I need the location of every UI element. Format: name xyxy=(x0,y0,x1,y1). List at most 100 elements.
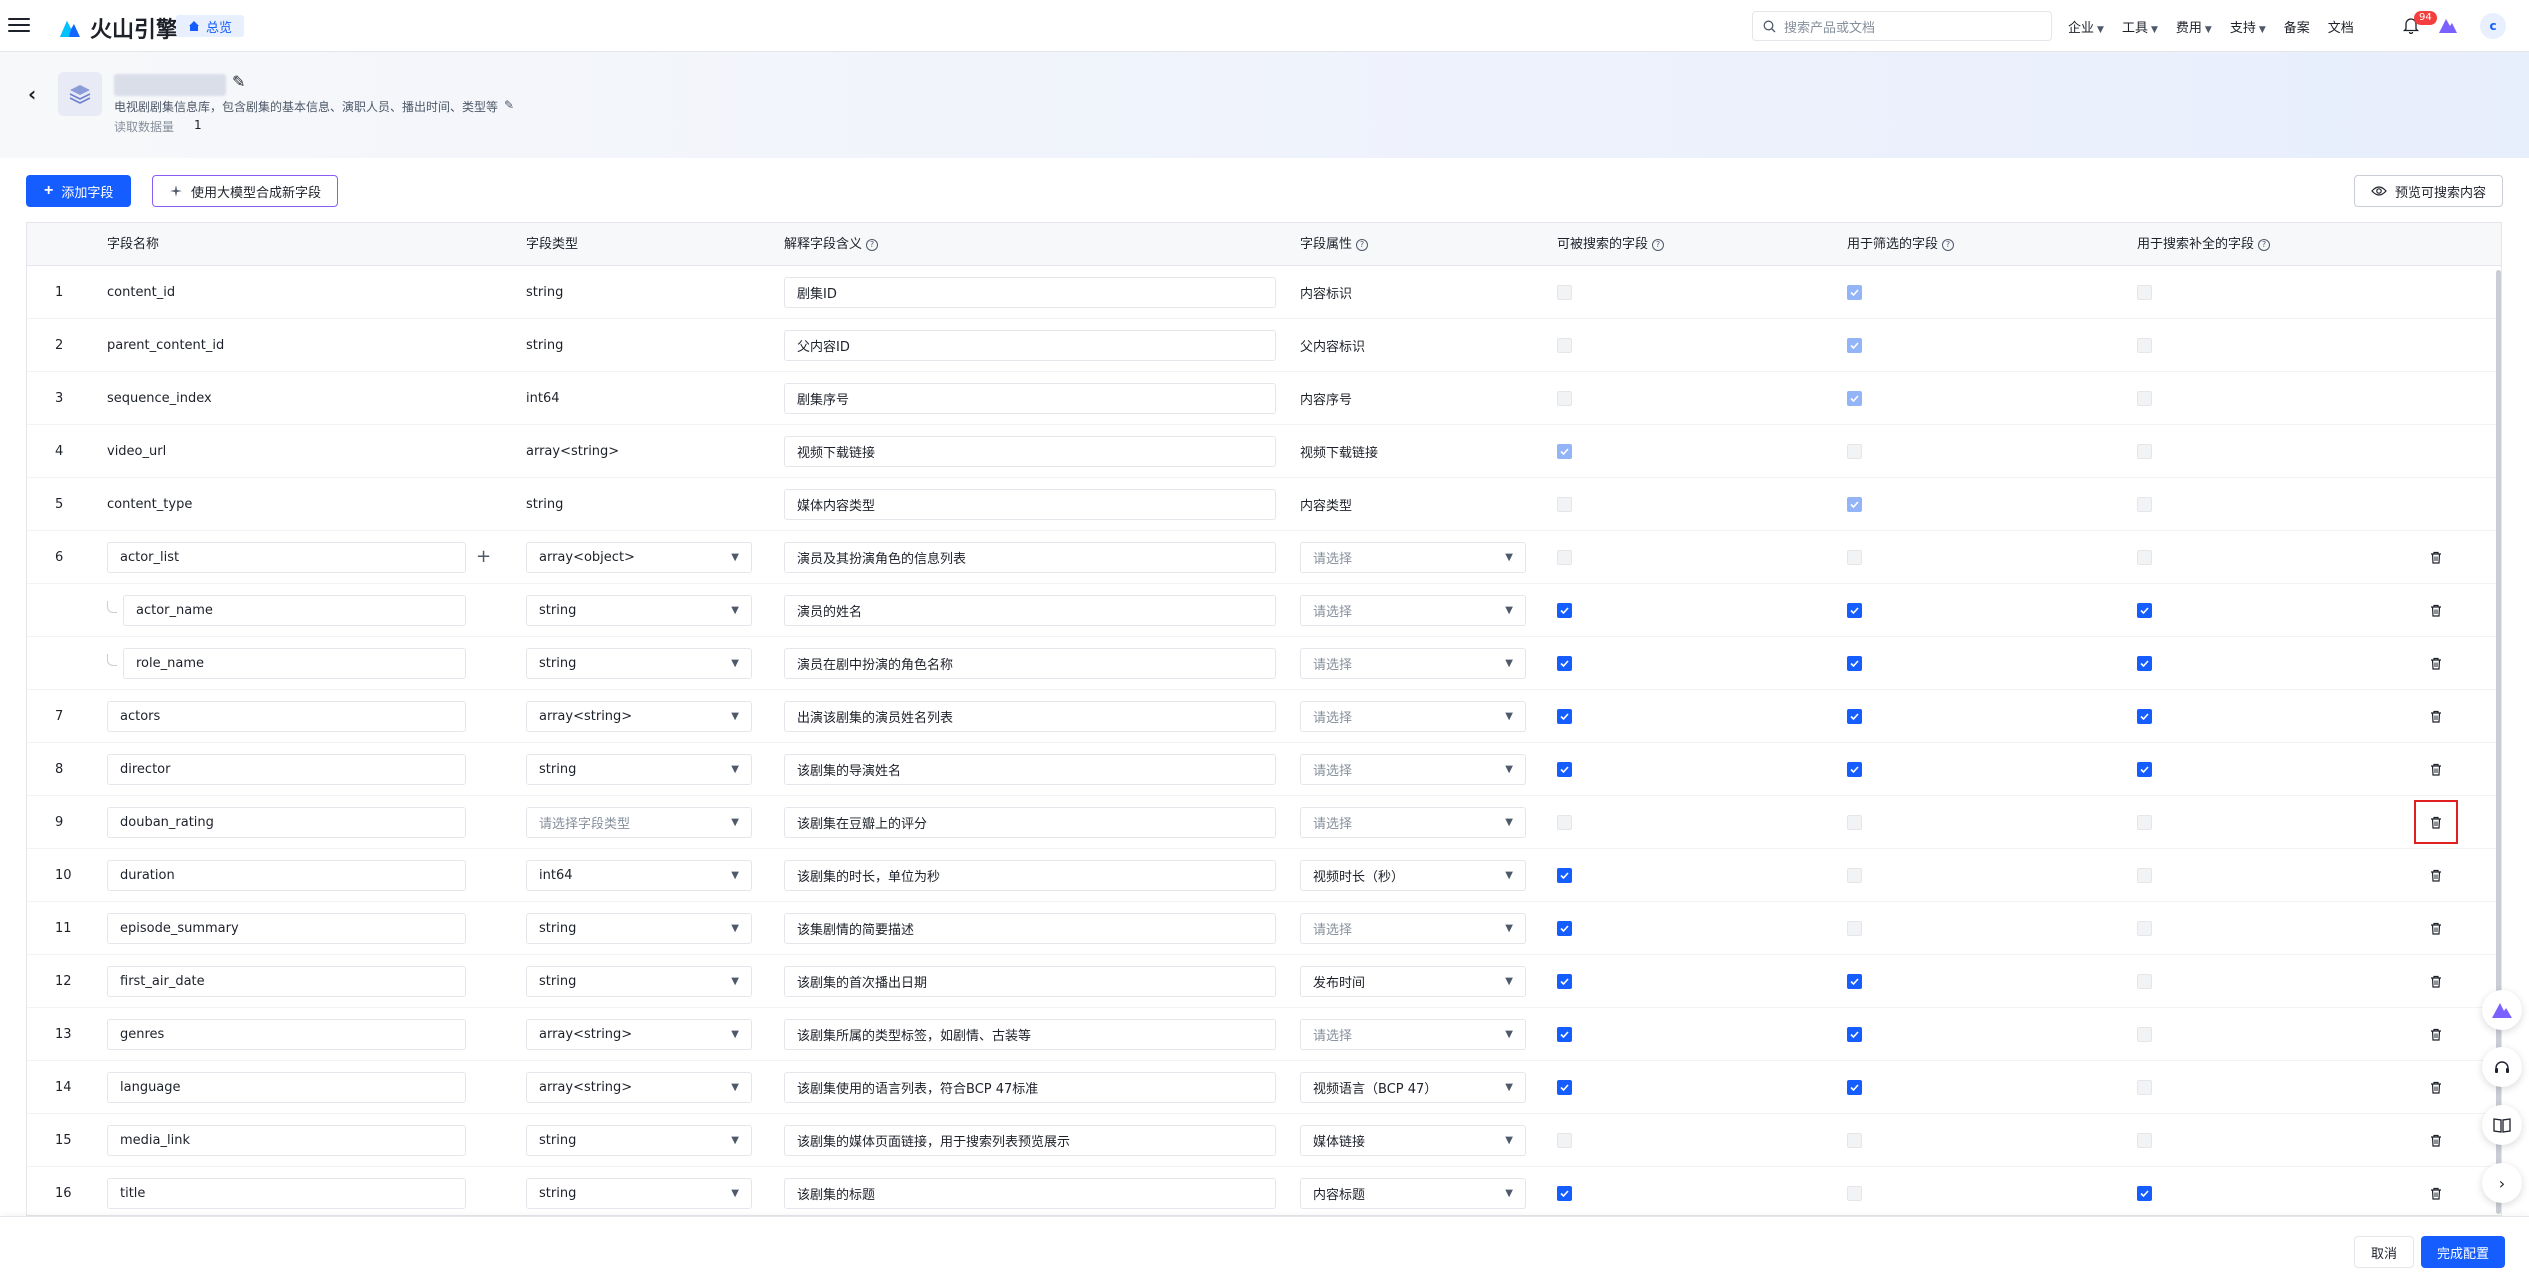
autocomplete-checkbox[interactable] xyxy=(2137,1186,2152,1201)
autocomplete-checkbox[interactable] xyxy=(2137,338,2152,353)
searchable-checkbox[interactable] xyxy=(1557,497,1572,512)
filterable-checkbox[interactable] xyxy=(1847,974,1862,989)
field-attr-select[interactable]: 内容标题 ▼ xyxy=(1300,1178,1526,1209)
filterable-checkbox[interactable] xyxy=(1847,921,1862,936)
autocomplete-checkbox[interactable] xyxy=(2137,921,2152,936)
searchable-checkbox[interactable] xyxy=(1557,1080,1572,1095)
brand-logo[interactable]: 火山引擎 xyxy=(58,12,178,44)
edit-description-icon[interactable]: ✎ xyxy=(504,98,514,115)
delete-field-icon[interactable] xyxy=(2426,971,2446,991)
field-name-input[interactable]: douban_rating xyxy=(107,807,466,838)
field-type-select[interactable]: string ▼ xyxy=(526,1125,752,1156)
field-attr-select[interactable]: 视频时长（秒） ▼ xyxy=(1300,860,1526,891)
delete-field-icon[interactable] xyxy=(2426,1183,2446,1203)
filterable-checkbox[interactable] xyxy=(1847,868,1862,883)
nav-enterprise[interactable]: 企业 ▼ xyxy=(2068,17,2104,36)
help-icon[interactable]: ? xyxy=(1652,238,1665,251)
searchable-checkbox[interactable] xyxy=(1557,444,1572,459)
add-field-button[interactable]: + 添加字段 xyxy=(26,175,132,207)
field-name-input[interactable]: first_air_date xyxy=(107,966,466,997)
field-name-input[interactable]: director xyxy=(107,754,466,785)
field-attr-select[interactable]: 请选择 ▼ xyxy=(1300,913,1526,944)
searchable-checkbox[interactable] xyxy=(1557,656,1572,671)
nav-docs[interactable]: 文档 xyxy=(2328,17,2354,36)
field-attr-select[interactable]: 请选择 ▼ xyxy=(1300,595,1526,626)
filterable-checkbox[interactable] xyxy=(1847,1133,1862,1148)
field-type-select[interactable]: string ▼ xyxy=(526,595,752,626)
field-type-select[interactable]: int64 ▼ xyxy=(526,860,752,891)
field-desc-input[interactable]: 剧集序号 xyxy=(784,383,1276,414)
docs-fab[interactable] xyxy=(2482,1105,2522,1145)
searchable-checkbox[interactable] xyxy=(1557,709,1572,724)
field-attr-select[interactable]: 发布时间 ▼ xyxy=(1300,966,1526,997)
delete-field-icon[interactable] xyxy=(2426,706,2446,726)
field-desc-input[interactable]: 演员及其扮演角色的信息列表 xyxy=(784,542,1276,573)
cancel-button[interactable]: 取消 xyxy=(2354,1236,2415,1268)
field-desc-input[interactable]: 父内容ID xyxy=(784,330,1276,361)
field-type-select[interactable]: string ▼ xyxy=(526,913,752,944)
searchable-checkbox[interactable] xyxy=(1557,974,1572,989)
nav-tools[interactable]: 工具 ▼ xyxy=(2122,17,2158,36)
searchable-checkbox[interactable] xyxy=(1557,338,1572,353)
searchable-checkbox[interactable] xyxy=(1557,550,1572,565)
field-attr-select[interactable]: 请选择 ▼ xyxy=(1300,1019,1526,1050)
add-child-icon[interactable]: + xyxy=(476,546,491,567)
field-desc-input[interactable]: 该剧集在豆瓣上的评分 xyxy=(784,807,1276,838)
field-attr-select[interactable]: 请选择 ▼ xyxy=(1300,542,1526,573)
field-desc-input[interactable]: 该剧集的时长，单位为秒 xyxy=(784,860,1276,891)
autocomplete-checkbox[interactable] xyxy=(2137,1027,2152,1042)
filterable-checkbox[interactable] xyxy=(1847,338,1862,353)
collapse-fab[interactable]: › xyxy=(2482,1163,2522,1203)
help-icon[interactable]: ? xyxy=(1942,238,1955,251)
field-desc-input[interactable]: 视频下载链接 xyxy=(784,436,1276,467)
delete-field-icon[interactable] xyxy=(2426,1130,2446,1150)
field-name-input[interactable]: role_name xyxy=(123,648,466,679)
preview-searchable-button[interactable]: 预览可搜索内容 xyxy=(2353,175,2503,207)
filterable-checkbox[interactable] xyxy=(1847,550,1862,565)
field-attr-select[interactable]: 请选择 ▼ xyxy=(1300,648,1526,679)
field-type-select[interactable]: string ▼ xyxy=(526,966,752,997)
filterable-checkbox[interactable] xyxy=(1847,444,1862,459)
autocomplete-checkbox[interactable] xyxy=(2137,868,2152,883)
field-attr-select[interactable]: 媒体链接 ▼ xyxy=(1300,1125,1526,1156)
autocomplete-checkbox[interactable] xyxy=(2137,391,2152,406)
field-desc-input[interactable]: 剧集ID xyxy=(784,277,1276,308)
nav-support[interactable]: 支持 ▼ xyxy=(2230,17,2266,36)
searchable-checkbox[interactable] xyxy=(1557,1027,1572,1042)
nav-billing[interactable]: 费用 ▼ xyxy=(2176,17,2212,36)
field-desc-input[interactable]: 演员在剧中扮演的角色名称 xyxy=(784,648,1276,679)
field-type-select[interactable]: string ▼ xyxy=(526,1178,752,1209)
searchable-checkbox[interactable] xyxy=(1557,391,1572,406)
autocomplete-checkbox[interactable] xyxy=(2137,1080,2152,1095)
field-desc-input[interactable]: 出演该剧集的演员姓名列表 xyxy=(784,701,1276,732)
field-type-select[interactable]: array<object> ▼ xyxy=(526,542,752,573)
customer-service-fab[interactable] xyxy=(2482,1047,2522,1087)
filterable-checkbox[interactable] xyxy=(1847,285,1862,300)
field-attr-select[interactable]: 视频语言（BCP 47） ▼ xyxy=(1300,1072,1526,1103)
field-type-select[interactable]: array<string> ▼ xyxy=(526,1072,752,1103)
field-name-input[interactable]: genres xyxy=(107,1019,466,1050)
help-icon[interactable]: ? xyxy=(866,238,879,251)
field-name-input[interactable]: actor_name xyxy=(123,595,466,626)
filterable-checkbox[interactable] xyxy=(1847,1080,1862,1095)
filterable-checkbox[interactable] xyxy=(1847,656,1862,671)
filterable-checkbox[interactable] xyxy=(1847,1027,1862,1042)
edit-name-icon[interactable]: ✎ xyxy=(232,72,245,91)
field-type-select[interactable]: array<string> ▼ xyxy=(526,701,752,732)
autocomplete-checkbox[interactable] xyxy=(2137,603,2152,618)
field-desc-input[interactable]: 该剧集的首次播出日期 xyxy=(784,966,1276,997)
field-desc-input[interactable]: 该剧集所属的类型标签，如剧情、古装等 xyxy=(784,1019,1276,1050)
searchable-checkbox[interactable] xyxy=(1557,815,1572,830)
field-type-select[interactable]: 请选择字段类型 ▼ xyxy=(526,807,752,838)
searchable-checkbox[interactable] xyxy=(1557,603,1572,618)
field-desc-input[interactable]: 演员的姓名 xyxy=(784,595,1276,626)
autocomplete-checkbox[interactable] xyxy=(2137,974,2152,989)
delete-field-icon[interactable] xyxy=(2426,1024,2446,1044)
avatar[interactable]: c xyxy=(2480,13,2506,39)
autocomplete-checkbox[interactable] xyxy=(2137,762,2152,777)
searchable-checkbox[interactable] xyxy=(1557,868,1572,883)
field-name-input[interactable]: episode_summary xyxy=(107,913,466,944)
menu-icon[interactable] xyxy=(8,14,30,36)
delete-field-icon[interactable] xyxy=(2426,1077,2446,1097)
autocomplete-checkbox[interactable] xyxy=(2137,444,2152,459)
